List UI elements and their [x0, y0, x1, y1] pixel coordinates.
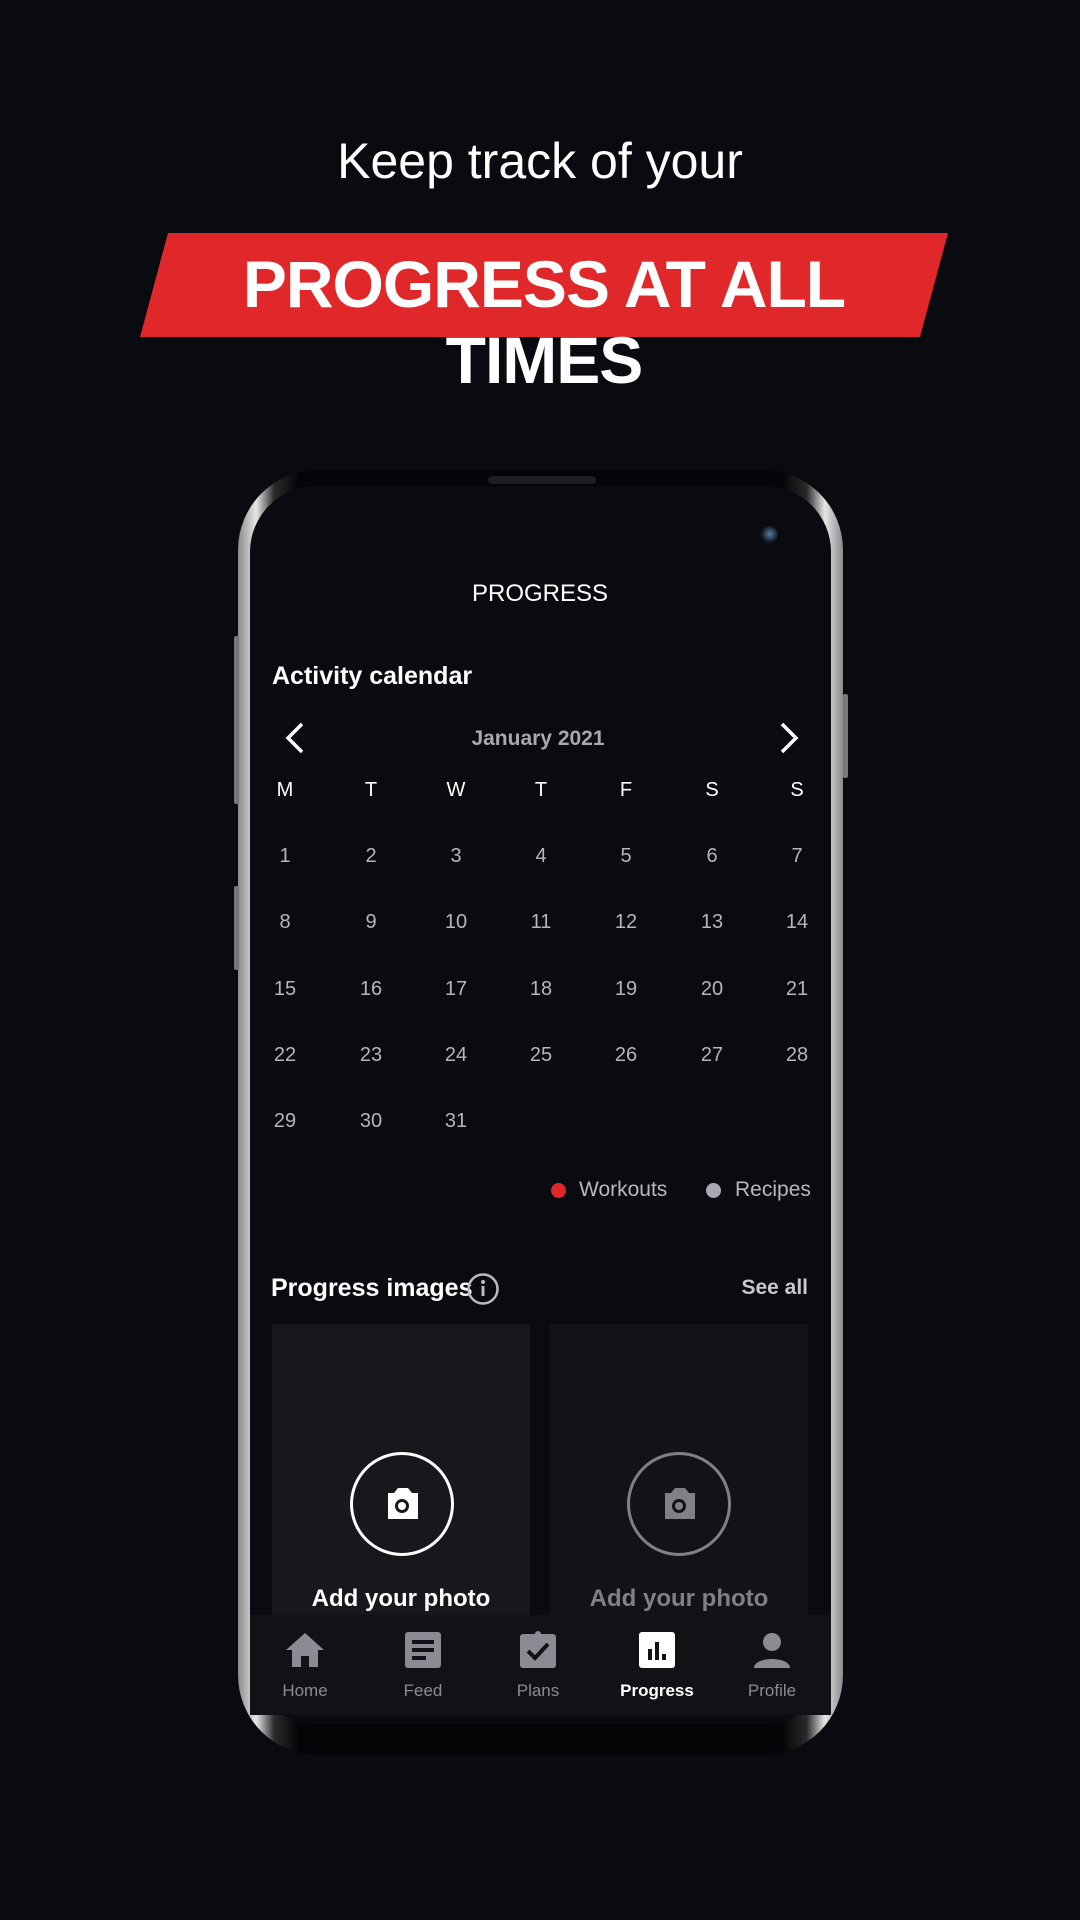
- nav-feed[interactable]: Feed: [373, 1630, 473, 1701]
- person-icon: [754, 1633, 790, 1668]
- add-photo-label: Add your photo: [311, 1585, 491, 1612]
- calendar-day[interactable]: 24: [426, 1044, 486, 1067]
- bar-chart-icon: [639, 1632, 675, 1668]
- nav-progress[interactable]: Progress: [607, 1630, 707, 1701]
- calendar-day[interactable]: 3: [426, 845, 486, 868]
- calendar-day[interactable]: 29: [255, 1110, 315, 1133]
- clipboard-check-icon: [520, 1631, 556, 1668]
- chevron-right-icon: [780, 722, 799, 754]
- info-icon: [467, 1273, 499, 1305]
- add-photo-button[interactable]: [627, 1452, 731, 1556]
- front-camera: [760, 526, 778, 544]
- calendar-day[interactable]: 19: [596, 978, 656, 1001]
- calendar-day[interactable]: 8: [255, 911, 315, 934]
- weekday-label: T: [534, 779, 548, 801]
- nav-home[interactable]: Home: [255, 1630, 355, 1701]
- nav-plans[interactable]: Plans: [488, 1630, 588, 1701]
- calendar-day[interactable]: 11: [511, 911, 571, 934]
- calendar-day[interactable]: 1: [255, 845, 315, 868]
- info-button[interactable]: [466, 1272, 500, 1306]
- page-title: PROGRESS: [471, 580, 609, 607]
- phone-side-button: [234, 886, 239, 970]
- calendar-day[interactable]: 26: [596, 1044, 656, 1067]
- activity-calendar-heading: Activity calendar: [272, 662, 473, 690]
- promo-headline: Keep track of your: [337, 133, 743, 189]
- nav-profile[interactable]: Profile: [722, 1630, 822, 1701]
- phone-speaker: [488, 476, 596, 484]
- calendar-day[interactable]: 30: [341, 1110, 401, 1133]
- weekday-label: M: [276, 779, 294, 801]
- feed-icon: [405, 1632, 441, 1668]
- nav-label: Plans: [516, 1681, 560, 1700]
- calendar-day[interactable]: 16: [341, 978, 401, 1001]
- recipes-legend-dot: [706, 1183, 721, 1198]
- calendar-day[interactable]: 4: [511, 845, 571, 868]
- weekday-label: W: [446, 779, 466, 801]
- nav-label: Progress: [620, 1681, 694, 1700]
- nav-label: Feed: [403, 1681, 443, 1700]
- calendar-day[interactable]: 28: [767, 1044, 827, 1067]
- home-icon: [286, 1633, 324, 1667]
- calendar-day[interactable]: 27: [682, 1044, 742, 1067]
- camera-icon: [388, 1488, 418, 1519]
- calendar-day[interactable]: 31: [426, 1110, 486, 1133]
- weekday-label: S: [790, 779, 804, 801]
- calendar-day[interactable]: 7: [767, 845, 827, 868]
- nav-label: Profile: [747, 1681, 797, 1700]
- calendar-day[interactable]: 17: [426, 978, 486, 1001]
- weekday-label: T: [364, 779, 378, 801]
- weekday-label: F: [619, 779, 633, 801]
- calendar-day[interactable]: 6: [682, 845, 742, 868]
- calendar-day[interactable]: 12: [596, 911, 656, 934]
- calendar-day[interactable]: 5: [596, 845, 656, 868]
- calendar-day[interactable]: 9: [341, 911, 401, 934]
- calendar-day[interactable]: 14: [767, 911, 827, 934]
- calendar-day[interactable]: 20: [682, 978, 742, 1001]
- workouts-legend-dot: [551, 1183, 566, 1198]
- calendar-day[interactable]: 23: [341, 1044, 401, 1067]
- calendar-day[interactable]: 10: [426, 911, 486, 934]
- phone-side-button: [234, 636, 239, 804]
- calendar-day[interactable]: 15: [255, 978, 315, 1001]
- workouts-legend-label: Workouts: [579, 1178, 668, 1201]
- calendar-day[interactable]: 13: [682, 911, 742, 934]
- recipes-legend-label: Recipes: [735, 1178, 811, 1201]
- promo-banner-text: PROGRESS AT ALL TIMES: [242, 247, 846, 397]
- camera-icon: [665, 1488, 695, 1519]
- calendar-day[interactable]: 18: [511, 978, 571, 1001]
- see-all-link[interactable]: See all: [700, 1276, 808, 1300]
- calendar-day[interactable]: 21: [767, 978, 827, 1001]
- progress-images-heading: Progress images: [271, 1274, 473, 1302]
- weekday-label: S: [705, 779, 719, 801]
- nav-label: Home: [282, 1681, 328, 1700]
- add-photo-button[interactable]: [350, 1452, 454, 1556]
- calendar-day[interactable]: 25: [511, 1044, 571, 1067]
- next-month-button[interactable]: [774, 720, 804, 756]
- calendar-day[interactable]: 22: [255, 1044, 315, 1067]
- add-photo-label: Add your photo: [589, 1585, 769, 1612]
- month-label: January 2021: [471, 727, 605, 750]
- calendar-day[interactable]: 2: [341, 845, 401, 868]
